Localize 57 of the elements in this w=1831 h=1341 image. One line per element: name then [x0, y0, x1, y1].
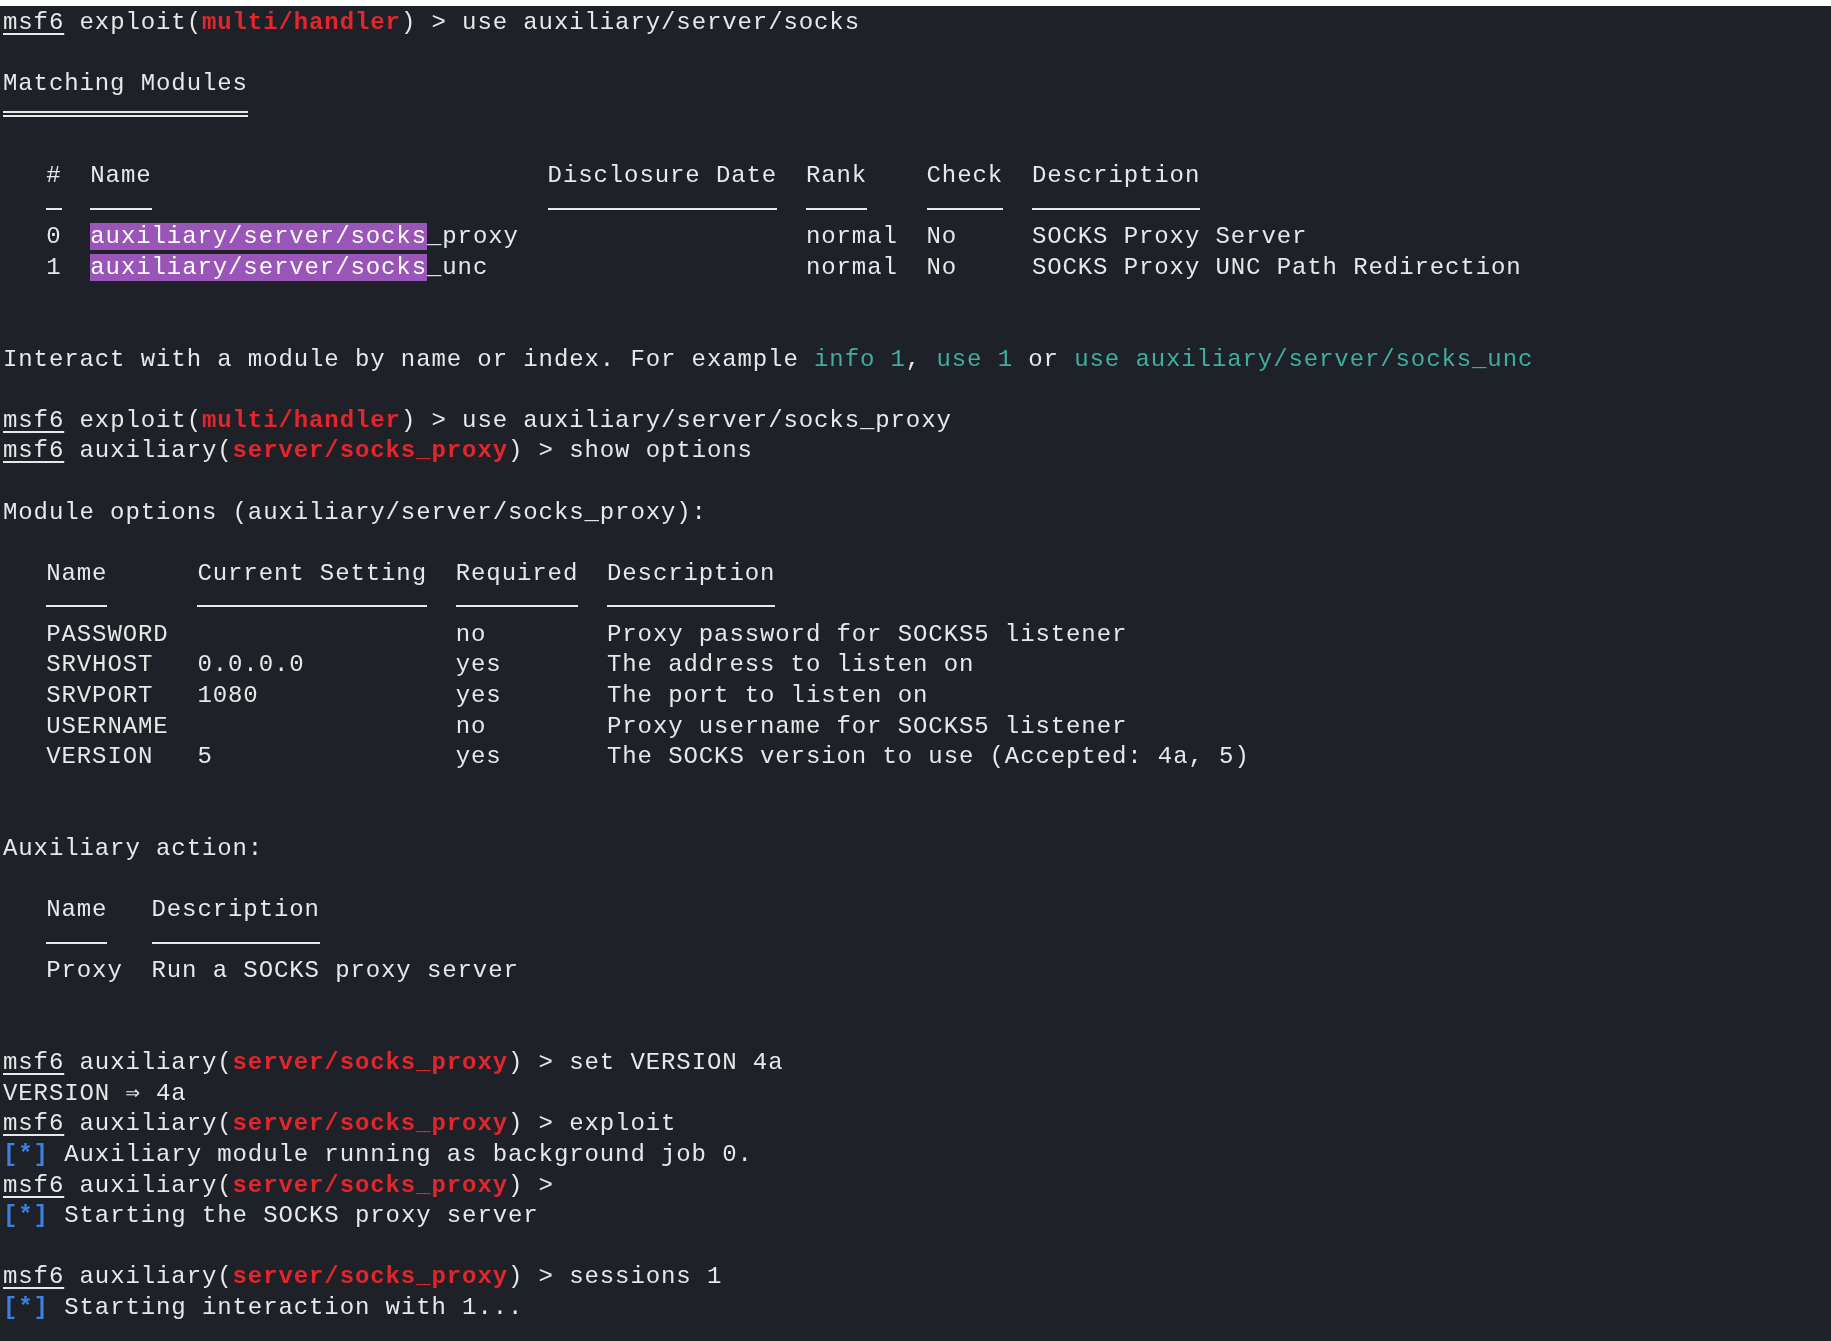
column-header: Current Setting — [197, 558, 427, 608]
table-cell-text: auxiliary/server/socks_unc — [90, 252, 489, 283]
table-cell-text: no — [455, 711, 487, 742]
terminal-line: msf6 auxiliary(server/socks_proxy) > show options — [3, 436, 753, 467]
table-cell-text: No — [926, 252, 958, 283]
terminal-line: VERSION ⇒ 4a — [3, 1078, 187, 1109]
column-header: Name — [46, 558, 108, 608]
table-cell-text: Proxy username for SOCKS5 listener — [607, 711, 1128, 742]
terminal-line: msf6 auxiliary(server/socks_proxy) > — [3, 1170, 554, 1201]
terminal-line: [*] Starting the SOCKS proxy server — [3, 1201, 539, 1232]
table-cell: No — [926, 222, 958, 253]
table-cell: normal — [805, 222, 898, 253]
terminal-line: msf6 auxiliary(server/socks_proxy) > set VERSION 4a — [3, 1048, 784, 1079]
table-cell: 0 — [46, 222, 62, 253]
column-header: Name — [90, 160, 152, 210]
terminal-line: msf6 exploit(multi/handler) > use auxiliary/server/socks_proxy — [3, 405, 952, 436]
table-cell: Proxy — [46, 956, 123, 987]
table-cell: The port to listen on — [607, 681, 929, 712]
table-cell: SRVPORT — [46, 681, 154, 712]
column-header: Description — [151, 895, 320, 944]
terminal-line: Interact with a module by name or index. For example info 1, use 1 or use auxiliary/server/socks_unc — [3, 344, 1534, 375]
table-cell: yes — [455, 681, 502, 712]
table-cell: The SOCKS version to use (Accepted: 4a, 5) — [607, 742, 1250, 773]
column-header: Disclosure Date — [547, 160, 778, 210]
column-header: Required — [455, 558, 579, 608]
column-header: Description — [1031, 160, 1201, 210]
column-header: Description — [607, 558, 776, 608]
terminal-line: msf6 auxiliary(server/socks_proxy) > sessions 1 — [3, 1262, 723, 1293]
table-cell: Run a SOCKS proxy server — [151, 956, 519, 987]
terminal-line: Auxiliary action: — [3, 834, 264, 865]
column-header: Name — [46, 895, 108, 944]
terminal-line: msf6 exploit(multi/handler) > use auxiliary/server/socks — [3, 8, 860, 38]
terminal-line: [*] Auxiliary module running as background job 0. — [3, 1139, 753, 1170]
terminal-line: msf6 auxiliary(server/socks_proxy) > exploit — [3, 1109, 677, 1140]
column-header: Rank — [805, 160, 868, 210]
table-cell-text: normal — [805, 252, 898, 283]
terminal-line: [*] Starting interaction with 1... — [3, 1292, 524, 1323]
table-cell-text: 1 — [46, 252, 62, 283]
column-header: Check — [926, 160, 1004, 210]
table-cell-text: SRVHOST — [46, 650, 154, 681]
table-cell: VERSION — [46, 742, 154, 773]
table-cell-text: 0.0.0.0 — [197, 650, 305, 681]
table-cell-text: PASSWORD — [46, 619, 169, 650]
table-cell: auxiliary/server/socks_proxy — [90, 222, 519, 253]
terminal-line: Module options (auxiliary/server/socks_proxy): — [3, 497, 707, 528]
table-cell-text: USERNAME — [46, 711, 169, 742]
table-cell-text: yes — [455, 650, 502, 681]
table-cell: 1080 — [197, 681, 259, 712]
table-cell-text: Proxy password for SOCKS5 listener — [607, 619, 1128, 650]
column-header: # — [46, 160, 62, 210]
table-cell-text: no — [455, 619, 487, 650]
section-heading: Matching Modules — [3, 69, 248, 117]
table-cell-text: The address to listen on — [607, 650, 975, 681]
table-cell-text: SOCKS Proxy UNC Path Redirection — [1031, 252, 1522, 283]
table-cell: yes — [455, 742, 502, 773]
table-cell: SOCKS Proxy Server — [1031, 222, 1308, 253]
table-cell: 5 — [197, 742, 213, 773]
